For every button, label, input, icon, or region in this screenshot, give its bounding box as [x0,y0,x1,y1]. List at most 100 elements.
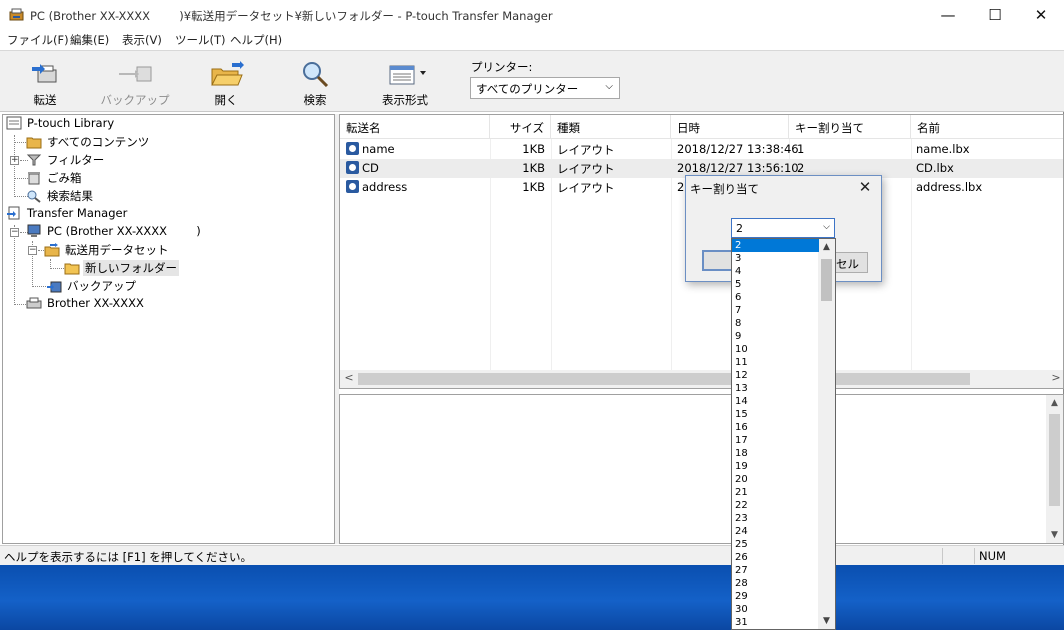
scroll-thumb[interactable] [821,259,832,301]
horizontal-scrollbar[interactable]: < > [340,370,1063,388]
menu-view[interactable]: 表示(V) [122,32,162,48]
key-select[interactable]: 2 ⌵ [731,218,835,238]
cell-type: レイアウト [557,181,615,195]
backup-icon [47,281,62,293]
backup-button[interactable]: バックアップ [95,55,175,109]
dropdown-option[interactable]: 11 [732,356,819,369]
scroll-thumb[interactable] [1049,414,1060,506]
dropdown-option[interactable]: 17 [732,434,819,447]
dropdown-option[interactable]: 5 [732,278,819,291]
dropdown-option[interactable]: 16 [732,421,819,434]
tree-item-trash[interactable]: ごみ箱 [26,170,84,188]
tree-item-new-folder[interactable]: 新しいフォルダー [64,260,179,278]
cell-type: レイアウト [557,143,615,157]
scroll-down-icon[interactable]: ▼ [818,616,835,626]
search-icon [303,62,329,87]
menu-help[interactable]: ヘルプ(H) [230,32,282,48]
close-button[interactable]: ✕ [1018,0,1064,30]
transfer-icon [32,64,57,83]
open-label: 開く [214,93,238,107]
printer-label: プリンター: [471,60,533,74]
scroll-up-icon[interactable]: ▲ [818,242,835,252]
transfer-label: 転送 [33,93,57,107]
search-button[interactable]: 検索 [275,55,355,109]
transfer-button[interactable]: 転送 [5,55,85,109]
dropdown-option[interactable]: 23 [732,512,819,525]
vertical-scrollbar[interactable]: ▲ ▼ [1046,395,1063,543]
tree-item-brother[interactable]: Brother XX-XXXX [26,296,146,314]
dropdown-option[interactable]: 19 [732,460,819,473]
tree-item-backup[interactable]: バックアップ [46,278,138,296]
column-header-transfer-name[interactable]: 転送名 [340,115,490,139]
column-header-file-name[interactable]: 名前 [911,115,1063,139]
key-dropdown-list: ▲ ▼ 2 3 4 5 6 7 8 9 10 11 12 13 14 15 16 17 18 19 20 21 22 23… [731,238,836,630]
cell-file-name: CD.lbx [916,161,954,175]
scroll-left-icon[interactable]: < [341,371,357,384]
dropdown-option[interactable]: 2 [732,239,819,252]
scroll-thumb[interactable] [358,373,970,385]
main-window: PC (Brother XX-XXXX )¥転送用データセット¥新しいフォルダー… [0,0,1064,565]
view-mode-button[interactable]: 表示形式 [365,55,445,109]
column-header-type[interactable]: 種類 [551,115,671,139]
dropdown-option[interactable]: 29 [732,590,819,603]
dropdown-option[interactable]: 30 [732,603,819,616]
tree-item-transfer-manager[interactable]: Transfer Manager [6,206,129,224]
cell-size: 1KB [522,180,545,194]
column-header-size[interactable]: サイズ [490,115,551,139]
dropdown-option[interactable]: 4 [732,265,819,278]
dataset-folder-icon [44,243,60,257]
column-header-key[interactable]: キー割り当て [789,115,911,139]
tree-item-filter[interactable]: フィルター [26,152,106,170]
dropdown-option[interactable]: 26 [732,551,819,564]
dropdown-option[interactable]: 18 [732,447,819,460]
tree-item-search-results[interactable]: 検索結果 [26,188,95,206]
dropdown-option[interactable]: 27 [732,564,819,577]
library-icon [6,116,22,130]
scroll-down-icon[interactable]: ▼ [1046,530,1063,540]
tree-label: PC (Brother XX-XXXX ) [47,224,201,238]
dropdown-option[interactable]: 8 [732,317,819,330]
scroll-right-icon[interactable]: > [1048,371,1063,384]
dropdown-option[interactable]: 15 [732,408,819,421]
dropdown-option[interactable]: 13 [732,382,819,395]
minimize-button[interactable]: — [925,0,971,30]
menu-tools[interactable]: ツール(T) [175,32,226,48]
dropdown-option[interactable]: 6 [732,291,819,304]
view-mode-label: 表示形式 [382,93,428,107]
cell-file-name: name.lbx [916,142,970,156]
dropdown-option[interactable]: 3 [732,252,819,265]
dropdown-option[interactable]: 28 [732,577,819,590]
filter-expander[interactable]: + [10,156,19,165]
dropdown-option[interactable]: 10 [732,343,819,356]
dropdown-option[interactable]: 21 [732,486,819,499]
tree-item-library[interactable]: P-touch Library [6,116,116,134]
tree-item-dataset[interactable]: 転送用データセット [44,242,171,260]
scroll-up-icon[interactable]: ▲ [1046,398,1063,408]
dropdown-option[interactable]: 25 [732,538,819,551]
printer-select[interactable]: すべてのプリンター ⌵ [470,77,620,99]
dropdown-option[interactable]: 20 [732,473,819,486]
dataset-collapser[interactable]: − [28,246,37,255]
dropdown-option[interactable]: 31 [732,616,819,629]
dropdown-option[interactable]: 14 [732,395,819,408]
tree-item-pc[interactable]: PC (Brother XX-XXXX ) [26,224,203,242]
tree-item-all-contents[interactable]: すべてのコンテンツ [26,134,151,152]
menu-file[interactable]: ファイル(F) [7,32,69,48]
dropdown-option[interactable]: 24 [732,525,819,538]
column-header-date[interactable]: 日時 [671,115,789,139]
close-icon[interactable]: ✕ [855,178,875,196]
cell-size: 1KB [522,142,545,156]
menu-edit[interactable]: 編集(E) [70,32,109,48]
layout-file-icon [346,161,359,174]
open-button[interactable]: 開く [186,55,266,109]
dropdown-scrollbar[interactable]: ▲ ▼ [818,239,835,629]
trash-icon [28,172,40,185]
dropdown-option[interactable]: 7 [732,304,819,317]
status-panel [942,548,974,564]
table-row[interactable]: name 1KB レイアウト 2018/12/27 13:38:46 1 nam… [340,140,1063,159]
pc-collapser[interactable]: − [10,228,19,237]
dropdown-option[interactable]: 22 [732,499,819,512]
dropdown-option[interactable]: 9 [732,330,819,343]
maximize-button[interactable]: ☐ [972,0,1018,30]
dropdown-option[interactable]: 12 [732,369,819,382]
